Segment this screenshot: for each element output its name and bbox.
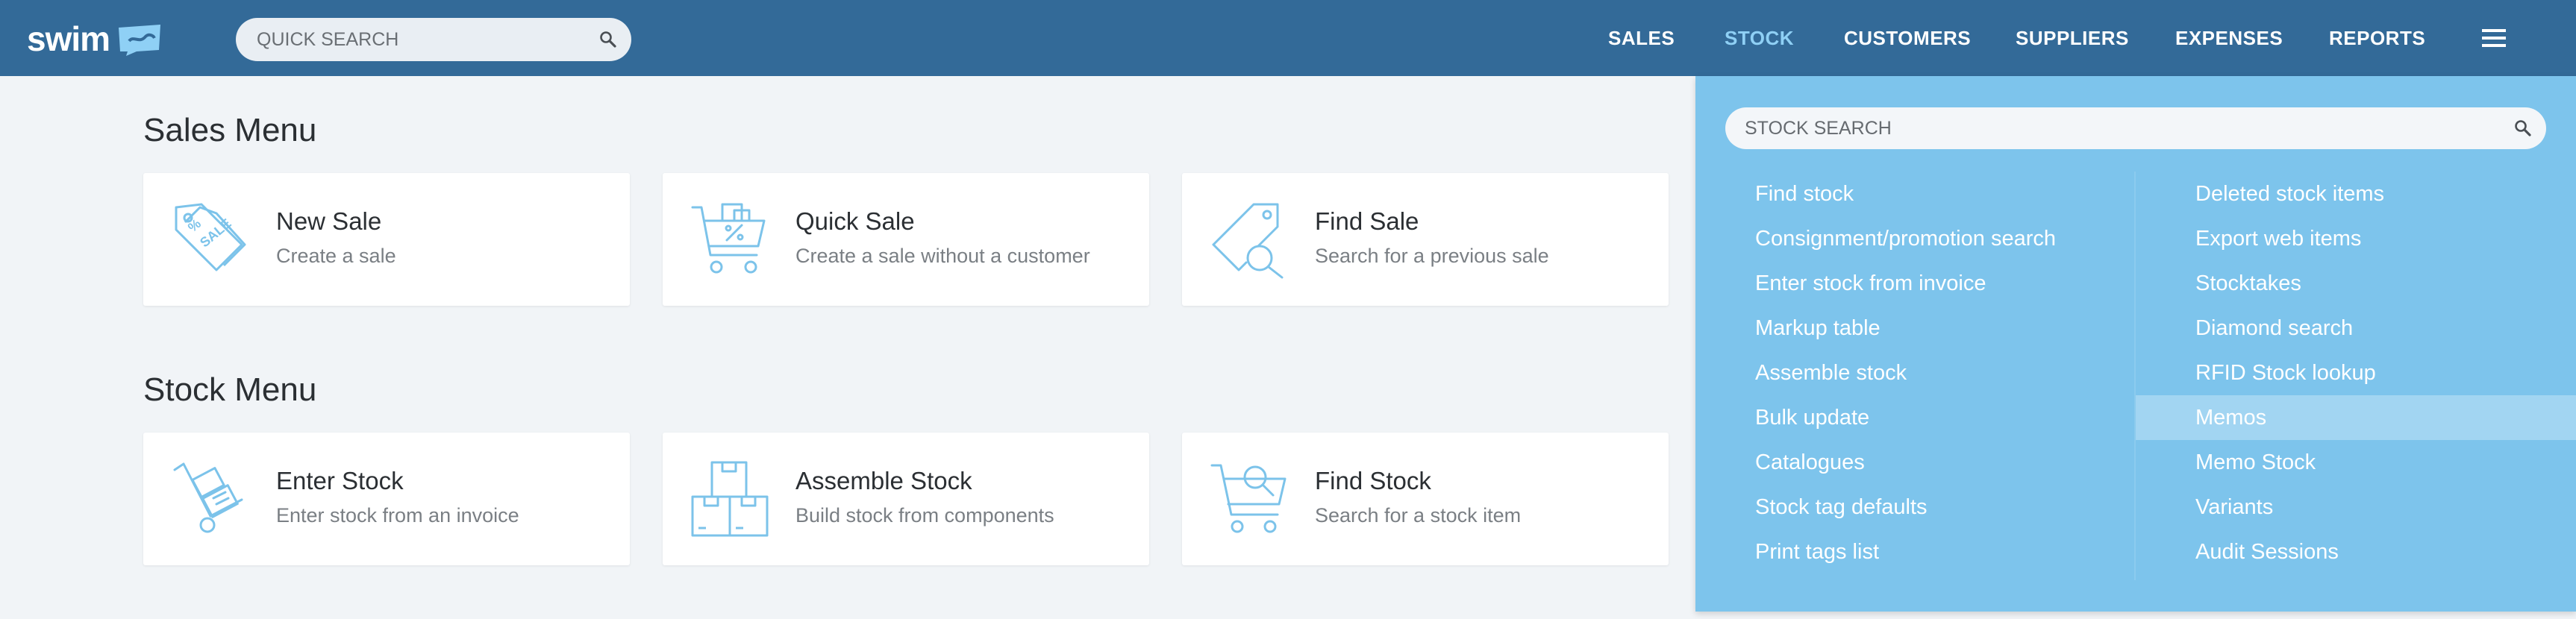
svg-text:SALE: SALE — [197, 216, 234, 250]
menu-item-find-stock[interactable]: Find stock — [1695, 172, 2134, 216]
card-title: Enter Stock — [276, 467, 404, 494]
menu-item-export-web-items[interactable]: Export web items — [2136, 216, 2576, 261]
sales-menu-title: Sales Menu — [143, 112, 317, 148]
card-title: Find Stock — [1315, 467, 1431, 494]
menu-item-markup-table[interactable]: Markup table — [1695, 306, 2134, 351]
nav-customers[interactable]: CUSTOMERS — [1844, 27, 1971, 50]
assemble-stock-card[interactable]: Assemble Stock Build stock from componen… — [663, 433, 1149, 565]
card-subtitle: Enter stock from an invoice — [276, 504, 519, 527]
nav-expenses[interactable]: EXPENSES — [2175, 27, 2283, 50]
search-icon[interactable] — [2513, 119, 2533, 138]
quick-sale-card[interactable]: Quick Sale Create a sale without a custo… — [663, 173, 1149, 306]
card-title: Assemble Stock — [795, 467, 972, 494]
logo-text: swim — [27, 19, 110, 58]
new-sale-card[interactable]: SALE % New Sale Create a sale — [143, 173, 630, 306]
card-subtitle: Search for a stock item — [1315, 504, 1522, 527]
card-subtitle: Create a sale — [276, 245, 396, 267]
nav-stock[interactable]: STOCK — [1725, 27, 1794, 50]
menu-item-deleted-stock-items[interactable]: Deleted stock items — [2136, 172, 2576, 216]
tag-search-icon — [1212, 203, 1284, 279]
menu-item-variants[interactable]: Variants — [2136, 485, 2576, 530]
menu-item-consignment-promotion-search[interactable]: Consignment/promotion search — [1695, 216, 2134, 261]
menu-item-stocktakes[interactable]: Stocktakes — [2136, 261, 2576, 306]
find-stock-card[interactable]: Find Stock Search for a stock item — [1182, 433, 1669, 565]
sale-tag-icon: SALE % — [175, 203, 246, 271]
enter-stock-card[interactable]: Enter Stock Enter stock from an invoice — [143, 433, 630, 565]
quick-search-input[interactable] — [255, 28, 587, 51]
menu-item-audit-sessions[interactable]: Audit Sessions — [2136, 530, 2576, 574]
shopping-cart-icon — [691, 203, 766, 274]
boxes-icon — [691, 461, 769, 537]
menu-item-memo-stock[interactable]: Memo Stock — [2136, 440, 2576, 485]
menu-item-enter-stock-from-invoice[interactable]: Enter stock from invoice — [1695, 261, 2134, 306]
menu-item-bulk-update[interactable]: Bulk update — [1695, 395, 2134, 440]
top-navigation-bar: swim SALES STOCK CUSTOMERS SUPPLIERS EXP… — [0, 0, 2576, 76]
nav-sales[interactable]: SALES — [1608, 27, 1675, 50]
nav-reports[interactable]: REPORTS — [2329, 27, 2425, 50]
stock-search-box[interactable] — [1725, 107, 2546, 149]
card-subtitle: Build stock from components — [795, 504, 1054, 527]
search-icon[interactable] — [598, 30, 618, 49]
menu-item-print-tags-list[interactable]: Print tags list — [1695, 530, 2134, 574]
nav-suppliers[interactable]: SUPPLIERS — [2016, 27, 2129, 50]
menu-item-rfid-stock-lookup[interactable]: RFID Stock lookup — [2136, 351, 2576, 395]
cart-search-icon — [1210, 464, 1287, 533]
card-title: Quick Sale — [795, 207, 915, 235]
card-subtitle: Search for a previous sale — [1315, 245, 1549, 267]
menu-item-stock-tag-defaults[interactable]: Stock tag defaults — [1695, 485, 2134, 530]
card-subtitle: Create a sale without a customer — [795, 245, 1090, 267]
logo-mark-icon — [119, 25, 161, 56]
card-title: Find Sale — [1315, 207, 1419, 235]
stock-menu-right-column: Deleted stock items Export web items Sto… — [2136, 172, 2576, 574]
menu-item-assemble-stock[interactable]: Assemble stock — [1695, 351, 2134, 395]
menu-item-memos[interactable]: Memos — [2136, 395, 2576, 440]
stock-search-input[interactable] — [1743, 116, 2501, 140]
hamburger-menu-icon[interactable] — [2482, 28, 2506, 48]
hand-truck-icon — [173, 462, 243, 533]
card-title: New Sale — [276, 207, 382, 235]
menu-item-catalogues[interactable]: Catalogues — [1695, 440, 2134, 485]
stock-menu-title: Stock Menu — [143, 371, 317, 408]
stock-dropdown-menu: Find stock Consignment/promotion search … — [1695, 76, 2576, 612]
swim-logo[interactable]: swim — [27, 16, 163, 61]
stock-menu-left-column: Find stock Consignment/promotion search … — [1695, 172, 2134, 574]
find-sale-card[interactable]: Find Sale Search for a previous sale — [1182, 173, 1669, 306]
menu-item-diamond-search[interactable]: Diamond search — [2136, 306, 2576, 351]
quick-search-box[interactable] — [236, 18, 631, 61]
